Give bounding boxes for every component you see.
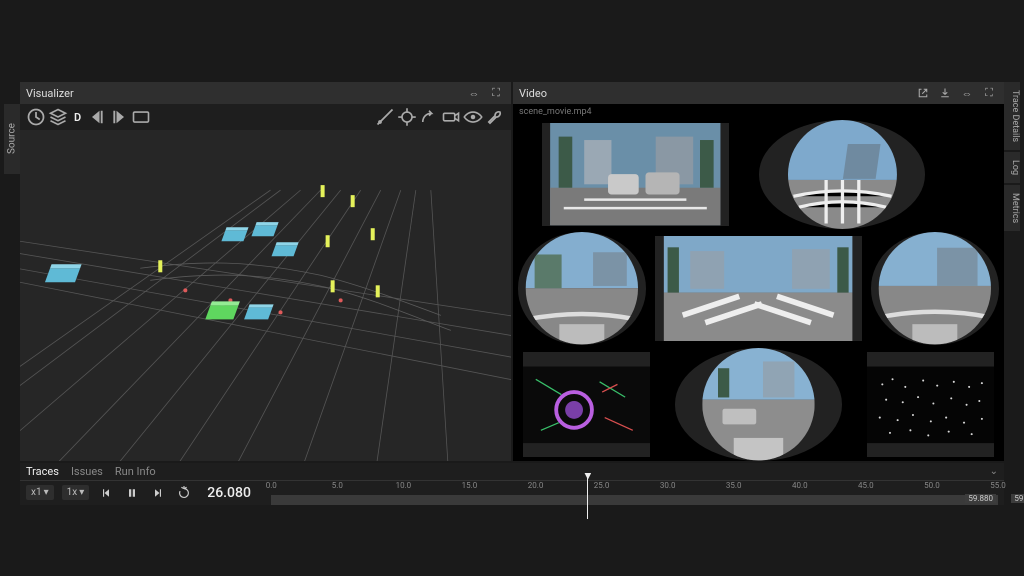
measure-icon[interactable] [375, 107, 395, 127]
current-time: 26.080 [201, 485, 263, 501]
history-icon[interactable] [26, 107, 46, 127]
video-body: scene_movie.mp4 [513, 104, 1004, 461]
crosshair-icon[interactable] [397, 107, 417, 127]
camera-fisheye-rear [675, 348, 842, 460]
ruler-tick: 25.0 [594, 481, 610, 490]
bottom-tabs: Traces Issues Run Info ⌄ [20, 463, 1004, 481]
layers-icon[interactable] [48, 107, 68, 127]
timeline-track-primary[interactable]: 0.000 x 0.000 59.880 59.940 [271, 495, 998, 505]
visualizer-header: Visualizer ⇔ ⛶ [20, 82, 511, 104]
link-panels-icon[interactable]: ⇔ [958, 84, 976, 102]
side-tab-trace-details[interactable]: Trace Details [1004, 82, 1020, 150]
side-tab-log[interactable]: Log [1004, 152, 1020, 183]
visualizer-toolbar: D [20, 104, 511, 130]
video-title: Video [519, 87, 547, 100]
side-tab-source[interactable]: Source [4, 104, 20, 174]
video-filename: scene_movie.mp4 [513, 104, 1004, 120]
camera-front-wide [542, 123, 729, 225]
camera-icon[interactable] [441, 107, 461, 127]
visualizer-title: Visualizer [26, 87, 74, 100]
open-external-icon[interactable] [914, 84, 932, 102]
tab-issues[interactable]: Issues [71, 465, 103, 478]
collapse-panel-icon[interactable]: ⌄ [990, 466, 998, 477]
scene-settings-icon[interactable] [131, 107, 151, 127]
skip-start-icon[interactable] [97, 484, 115, 502]
panel-row: Source Visualizer ⇔ ⛶ D [20, 82, 1004, 461]
right-side-tabs: Trace Details Log Metrics [1004, 82, 1020, 231]
ruler-tick: 45.0 [858, 481, 874, 490]
timeline[interactable]: 0.05.010.015.020.025.030.035.040.045.050… [271, 481, 998, 505]
fullscreen-icon[interactable]: ⛶ [980, 84, 998, 102]
timeline-ruler: 0.05.010.015.020.025.030.035.040.045.050… [271, 481, 998, 493]
speed-forward-chip[interactable]: 1x▾ [62, 485, 90, 500]
ruler-tick: 50.0 [924, 481, 940, 490]
view-mode-label[interactable]: D [70, 111, 85, 124]
follow-icon[interactable] [419, 107, 439, 127]
tab-run-info[interactable]: Run Info [115, 465, 156, 478]
camera-fisheye-front-right [759, 120, 926, 229]
camera-fisheye-left [518, 232, 646, 344]
camera-fisheye-right [871, 232, 999, 344]
camera-front-narrow [655, 236, 861, 342]
ruler-tick: 30.0 [660, 481, 676, 490]
ruler-tick: 15.0 [462, 481, 478, 490]
download-icon[interactable] [936, 84, 954, 102]
video-header: Video ⇔ ⛶ [513, 82, 1004, 104]
visibility-icon[interactable] [463, 107, 483, 127]
app-root: Source Visualizer ⇔ ⛶ D [20, 82, 1004, 498]
step-back-icon[interactable] [87, 107, 107, 127]
chevron-down-icon: ▾ [79, 487, 84, 498]
visualizer-canvas[interactable] [20, 130, 511, 461]
step-forward-icon[interactable] [109, 107, 129, 127]
camera-pointcloud [867, 352, 995, 458]
ruler-tick: 5.0 [332, 481, 343, 490]
chevron-down-icon: ▾ [44, 487, 49, 498]
track-end-b: 59.940 [1011, 494, 1024, 503]
pause-icon[interactable] [123, 484, 141, 502]
side-tab-metrics[interactable]: Metrics [1004, 185, 1020, 231]
camera-lidar-rear [523, 352, 651, 458]
playhead[interactable] [587, 477, 588, 519]
tools-wrench-icon[interactable] [485, 107, 505, 127]
panel-visualizer: Source Visualizer ⇔ ⛶ D [20, 82, 511, 461]
fullscreen-icon[interactable]: ⛶ [487, 84, 505, 102]
ruler-tick: 55.0 [990, 481, 1006, 490]
tab-traces[interactable]: Traces [26, 465, 59, 478]
ruler-tick: 40.0 [792, 481, 808, 490]
transport-bar: x1▾ 1x▾ 26.080 0.0 5.0 10.0 15.0 20.0 25.0 30.… [20, 481, 1004, 505]
track-end-a: 59.880 [965, 494, 996, 503]
ruler-tick: 20.0 [528, 481, 544, 490]
ruler-tick: 0.0 [266, 481, 277, 490]
camera-grid[interactable] [513, 120, 1004, 461]
ruler-tick: 10.0 [396, 481, 412, 490]
replay-icon[interactable] [175, 484, 193, 502]
bottom-panel: Traces Issues Run Info ⌄ x1▾ 1x▾ 26.080 … [20, 463, 1004, 505]
ruler-tick: 35.0 [726, 481, 742, 490]
panel-video: Trace Details Log Metrics Video ⇔ ⛶ scen… [513, 82, 1004, 461]
skip-end-icon[interactable] [149, 484, 167, 502]
speed-reverse-chip[interactable]: x1▾ [26, 485, 54, 500]
link-panels-icon[interactable]: ⇔ [465, 84, 483, 102]
